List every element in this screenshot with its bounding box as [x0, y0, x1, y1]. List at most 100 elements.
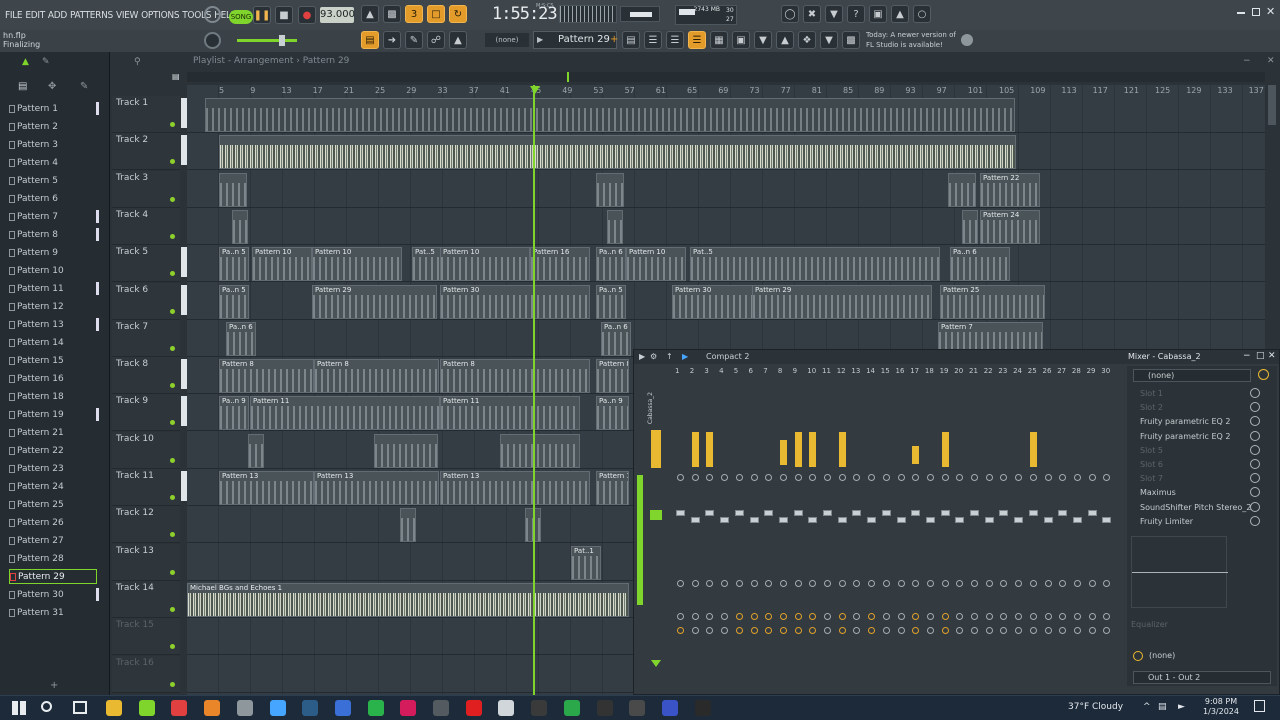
ruler-bar-number[interactable]: 25 [375, 86, 385, 95]
fx-slot[interactable]: Fruity Limiter [1140, 517, 1193, 526]
ruler-bar-number[interactable]: 113 [1061, 86, 1076, 95]
mixer-insert-number[interactable]: 8 [778, 367, 782, 375]
insert-route-arrow-icon[interactable] [1088, 627, 1096, 634]
vpn-icon[interactable] [661, 700, 678, 716]
mixer-insert-number[interactable]: 28 [1072, 367, 1081, 375]
windows-start-icon[interactable] [12, 701, 26, 715]
pattern-add-icon[interactable]: + [610, 34, 618, 45]
mixer-insert-number[interactable]: 30 [1101, 367, 1110, 375]
insert-route-knob[interactable] [941, 613, 949, 620]
insert-stereo-knob[interactable] [838, 580, 846, 587]
pattern-clip[interactable] [205, 98, 1015, 132]
ruler-bar-number[interactable]: 137 [1249, 86, 1264, 95]
insert-stereo-knob[interactable] [1088, 580, 1096, 587]
fx-slot[interactable]: Slot 7 [1140, 474, 1163, 483]
insert-stereo-knob[interactable] [941, 580, 949, 587]
ruler-bar-number[interactable]: 101 [968, 86, 983, 95]
track-header[interactable]: Track 1 [112, 96, 180, 133]
insert-route-arrow-icon[interactable] [897, 627, 905, 634]
insert-volume-fader[interactable] [764, 510, 774, 516]
insert-pan-knob[interactable] [750, 474, 758, 481]
metronome-icon[interactable]: ▲ [361, 5, 379, 23]
insert-pan-knob[interactable] [1044, 474, 1052, 481]
insert-route-arrow-icon[interactable] [677, 627, 684, 634]
insert-route-knob[interactable] [971, 613, 978, 620]
insert-stereo-knob[interactable] [1029, 580, 1037, 587]
pattern-clip[interactable]: Pa..n 5 [596, 284, 626, 319]
ruler-bar-number[interactable]: 121 [1124, 86, 1139, 95]
insert-stereo-knob[interactable] [794, 580, 802, 587]
insert-route-arrow-icon[interactable] [1029, 627, 1037, 634]
youtube-icon[interactable] [465, 700, 482, 716]
pattern-item[interactable]: Pattern 12 [9, 299, 97, 314]
pattern-item[interactable]: Pattern 25 [9, 497, 97, 512]
mixer-insert-number[interactable]: 22 [984, 367, 993, 375]
ruler-bar-number[interactable]: 117 [1093, 86, 1108, 95]
insert-route-arrow-icon[interactable] [735, 627, 743, 634]
insert-route-arrow-icon[interactable] [838, 627, 846, 634]
browser-scroll-icon[interactable]: + [50, 680, 58, 691]
menu-patterns[interactable]: PATTERNS [70, 10, 113, 21]
mixer-arrow-icon[interactable]: ▶ [639, 352, 645, 361]
track-header[interactable]: Track 8 [112, 357, 180, 395]
pattern-clip[interactable]: Pat..5 [412, 247, 442, 282]
fx-slot[interactable]: Slot 5 [1140, 446, 1163, 455]
insert-volume-fader[interactable] [852, 510, 862, 516]
mixer-insert-number[interactable]: 3 [704, 367, 708, 375]
mixer-insert-number[interactable]: 12 [837, 367, 846, 375]
mixer-insert-number[interactable]: 17 [910, 367, 919, 375]
pattern-clip[interactable]: Pattern 16 [530, 247, 590, 282]
ruler-bar-number[interactable]: 133 [1217, 86, 1232, 95]
insert-route-knob[interactable] [1088, 613, 1096, 620]
pattern-clip[interactable]: Pattern 13 [596, 471, 629, 505]
chrome-icon[interactable] [171, 700, 188, 716]
insert-pan-knob[interactable] [926, 474, 934, 481]
playlist-view-icon[interactable]: ▤ [361, 31, 379, 49]
pattern-clip[interactable]: Pattern 11 [250, 396, 440, 431]
pattern-clip[interactable]: Pa..n 6 [601, 321, 631, 356]
ruler-bar-number[interactable]: 61 [656, 86, 666, 95]
mixer-insert-number[interactable]: 29 [1087, 367, 1096, 375]
tempo-display[interactable]: 93.000 [320, 7, 355, 23]
insert-volume-fader[interactable] [837, 517, 847, 523]
fx-slot[interactable]: Fruity parametric EQ 2 [1140, 417, 1230, 426]
mixer-close-icon[interactable]: ✕ [1268, 351, 1276, 361]
mixer-icon[interactable]: ☰ [666, 31, 684, 49]
pattern-clip[interactable]: Pattern 10 [440, 247, 530, 282]
pattern-clip[interactable]: Pat..5 [690, 247, 940, 282]
ruler-bar-number[interactable]: 129 [1186, 86, 1201, 95]
insert-stereo-knob[interactable] [1044, 580, 1052, 587]
playlist-minimize-icon[interactable]: − [1243, 56, 1251, 66]
chat-icon[interactable]: ○ [913, 5, 931, 23]
ruler-bar-number[interactable]: 65 [687, 86, 697, 95]
pattern-item[interactable]: Pattern 19 [9, 407, 99, 422]
insert-volume-fader[interactable] [1014, 517, 1024, 523]
pattern-clip[interactable] [500, 433, 580, 468]
ruler-bar-number[interactable]: 105 [999, 86, 1014, 95]
insert-pan-knob[interactable] [971, 474, 978, 481]
plugin-icon[interactable]: ▲ [891, 5, 909, 23]
pattern-clip[interactable] [948, 172, 976, 207]
pattern-item[interactable]: Pattern 15 [9, 353, 97, 368]
fx-input-power-icon[interactable] [1258, 369, 1269, 380]
menu-file[interactable]: FILE [5, 10, 23, 21]
touch-keyboard-icon[interactable]: ▲ [776, 31, 794, 49]
pattern-item[interactable]: Pattern 4 [9, 155, 97, 170]
mixer-insert-number[interactable]: 4 [719, 367, 723, 375]
pattern-clip[interactable]: Pa..n 6 [950, 247, 1010, 282]
track-header[interactable]: Track 4 [112, 207, 180, 245]
news-panel[interactable]: Today: A newer version of FL Studio is a… [866, 30, 976, 50]
track-header[interactable]: Track 2 [112, 133, 180, 171]
insert-pan-knob[interactable] [838, 474, 846, 481]
ruler-bar-number[interactable]: 73 [749, 86, 759, 95]
ruler-bar-number[interactable]: 5 [219, 86, 224, 95]
insert-stereo-knob[interactable] [691, 580, 699, 587]
insert-pan-knob[interactable] [691, 474, 699, 481]
pattern-item[interactable]: Pattern 16 [9, 371, 97, 386]
mixer-insert-number[interactable]: 13 [851, 367, 860, 375]
insert-stereo-knob[interactable] [735, 580, 743, 587]
track-mute-led[interactable] [170, 233, 175, 239]
insert-pan-knob[interactable] [677, 474, 684, 481]
track-mute-led[interactable] [170, 420, 175, 426]
mixer-insert-number[interactable]: 21 [969, 367, 978, 375]
